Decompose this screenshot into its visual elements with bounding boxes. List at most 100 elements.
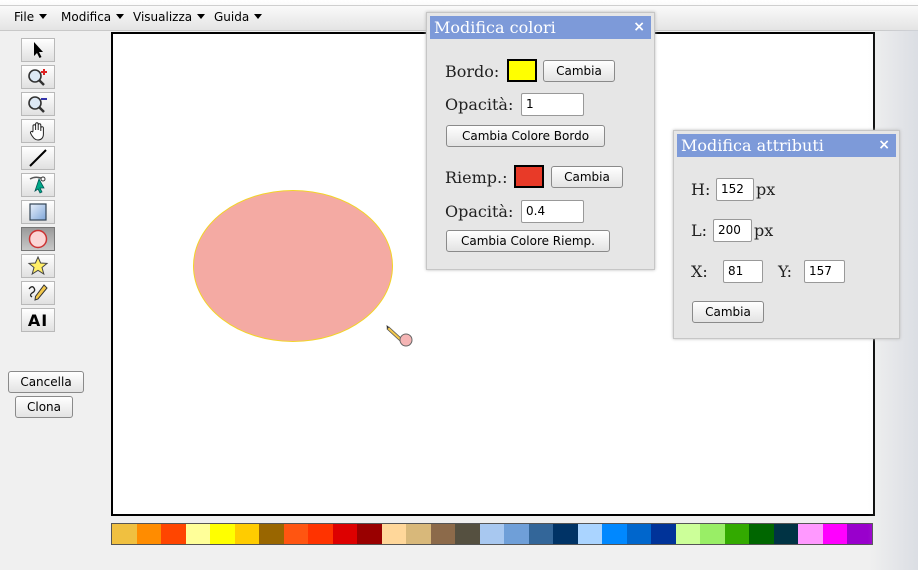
- palette-swatch[interactable]: [626, 524, 651, 544]
- fill-opacity-label: Opacità:: [445, 202, 514, 221]
- y-label: Y:: [778, 262, 792, 281]
- menu-visualizza-label: Visualizza: [133, 10, 193, 24]
- delete-button[interactable]: Cancella: [8, 371, 84, 393]
- rectangle-icon: [29, 203, 47, 221]
- palette-swatch[interactable]: [822, 524, 847, 544]
- palette-swatch[interactable]: [700, 524, 725, 544]
- close-icon[interactable]: ×: [633, 16, 645, 39]
- freehand-pencil-icon: [28, 284, 48, 301]
- palette-swatch[interactable]: [308, 524, 333, 544]
- menu-file-label: File: [14, 10, 35, 24]
- palette-swatch[interactable]: [283, 524, 308, 544]
- border-label: Bordo:: [445, 62, 500, 81]
- menu-guida[interactable]: Guida: [214, 10, 263, 24]
- clone-button[interactable]: Clona: [15, 396, 73, 418]
- caret-down-icon: [116, 14, 125, 19]
- border-opacity-label: Opacità:: [445, 95, 514, 114]
- zoom-in-tool[interactable]: [21, 65, 55, 89]
- palette-swatch[interactable]: [161, 524, 186, 544]
- palette-swatch[interactable]: [602, 524, 627, 544]
- ellipse-shape[interactable]: [193, 190, 393, 342]
- width-label: L:: [691, 221, 708, 240]
- menu-modifica[interactable]: Modifica: [61, 10, 125, 24]
- change-fill-button[interactable]: Cambia: [551, 166, 623, 188]
- height-input[interactable]: 152: [716, 178, 754, 201]
- palette-swatch[interactable]: [749, 524, 774, 544]
- change-border-color-button[interactable]: Cambia Colore Bordo: [446, 125, 605, 147]
- caret-down-icon: [254, 14, 263, 19]
- apply-attributes-button[interactable]: Cambia: [692, 301, 764, 323]
- edit-attributes-titlebar[interactable]: Modifica attributi ×: [677, 134, 896, 157]
- menu-file[interactable]: File: [14, 10, 48, 24]
- palette-swatch[interactable]: [185, 524, 210, 544]
- menu-visualizza[interactable]: Visualizza: [133, 10, 206, 24]
- pan-tool[interactable]: [21, 119, 55, 143]
- width-unit: px: [754, 221, 774, 240]
- edit-colors-title: Modifica colori: [434, 18, 556, 37]
- text-tool[interactable]: AI: [21, 308, 55, 332]
- width-input[interactable]: 200: [713, 219, 752, 242]
- edit-attributes-dialog: Modifica attributi × H: 152 px L: 200 px…: [673, 130, 900, 339]
- palette-swatch[interactable]: [528, 524, 553, 544]
- palette-swatch[interactable]: [381, 524, 406, 544]
- ellipse-cursor-icon: [386, 324, 416, 353]
- zoom-in-icon: [28, 69, 47, 86]
- caret-down-icon: [39, 14, 48, 19]
- line-icon: [29, 149, 47, 167]
- palette-swatch[interactable]: [332, 524, 357, 544]
- palette-swatch[interactable]: [773, 524, 798, 544]
- y-input[interactable]: 157: [804, 260, 845, 283]
- caret-down-icon: [197, 14, 206, 19]
- ellipse-icon: [28, 229, 48, 249]
- palette-swatch[interactable]: [651, 524, 676, 544]
- palette-swatch[interactable]: [724, 524, 749, 544]
- height-unit: px: [756, 180, 776, 199]
- text-icon: AI: [27, 310, 49, 330]
- fill-opacity-input[interactable]: 0.4: [521, 200, 584, 223]
- tool-palette: AI: [21, 38, 59, 335]
- line-tool[interactable]: [21, 146, 55, 170]
- edit-colors-dialog: Modifica colori × Bordo: Cambia Opacità:…: [426, 12, 655, 270]
- x-input[interactable]: 81: [723, 260, 763, 283]
- rectangle-tool[interactable]: [21, 200, 55, 224]
- zoom-out-tool[interactable]: [21, 92, 55, 116]
- edit-attributes-title: Modifica attributi: [681, 136, 824, 155]
- border-opacity-input[interactable]: 1: [521, 93, 584, 116]
- palette-swatch[interactable]: [430, 524, 455, 544]
- select-tool[interactable]: [21, 38, 55, 62]
- menu-modifica-label: Modifica: [61, 10, 112, 24]
- path-tool[interactable]: [21, 173, 55, 197]
- color-palette: [111, 523, 873, 545]
- ellipse-tool[interactable]: [21, 227, 55, 251]
- height-label: H:: [691, 180, 711, 199]
- menu-bar-top-line: [0, 5, 918, 6]
- zoom-out-icon: [28, 96, 47, 113]
- palette-swatch[interactable]: [455, 524, 480, 544]
- palette-swatch[interactable]: [234, 524, 259, 544]
- palette-swatch[interactable]: [798, 524, 823, 544]
- freehand-tool[interactable]: [21, 281, 55, 305]
- palette-swatch[interactable]: [357, 524, 382, 544]
- edit-colors-titlebar[interactable]: Modifica colori ×: [430, 16, 651, 39]
- palette-swatch[interactable]: [259, 524, 284, 544]
- fill-color-swatch[interactable]: [514, 165, 544, 188]
- select-icon: [34, 42, 43, 58]
- palette-swatch[interactable]: [406, 524, 431, 544]
- menu-guida-label: Guida: [214, 10, 250, 24]
- border-color-swatch[interactable]: [507, 59, 537, 82]
- palette-swatch[interactable]: [479, 524, 504, 544]
- change-fill-color-button[interactable]: Cambia Colore Riemp.: [446, 230, 610, 252]
- palette-swatch[interactable]: [577, 524, 602, 544]
- shape-tool[interactable]: [21, 254, 55, 278]
- change-border-button[interactable]: Cambia: [543, 60, 615, 82]
- fill-label: Riemp.:: [445, 168, 508, 187]
- close-icon[interactable]: ×: [878, 134, 890, 157]
- star-shape-icon: [27, 256, 49, 276]
- x-label: X:: [691, 262, 708, 281]
- palette-swatch[interactable]: [553, 524, 578, 544]
- palette-swatch[interactable]: [675, 524, 700, 544]
- palette-swatch[interactable]: [136, 524, 161, 544]
- palette-swatch[interactable]: [504, 524, 529, 544]
- palette-swatch[interactable]: [112, 524, 137, 544]
- palette-swatch[interactable]: [210, 524, 235, 544]
